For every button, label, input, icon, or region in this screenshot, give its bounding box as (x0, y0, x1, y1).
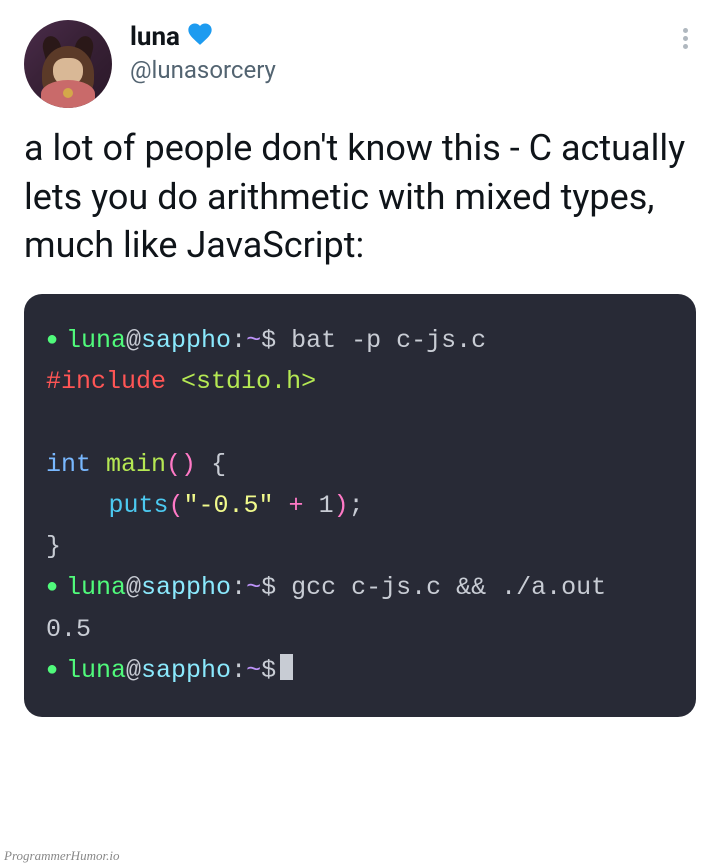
code-line: } (46, 526, 674, 567)
semicolon: ; (349, 491, 364, 520)
prompt-sep: : (231, 320, 246, 361)
terminal-line: ● luna@sappho:~$ (46, 650, 674, 691)
prompt-symbol: $ (261, 567, 276, 608)
prompt-sep: : (231, 567, 246, 608)
user-info: luna @lunasorcery (130, 20, 675, 84)
function-main: main (106, 450, 166, 479)
code-line: #include <stdio.h> (46, 361, 674, 402)
prompt-host: sappho (141, 320, 231, 361)
code-line: int main() { (46, 444, 674, 485)
program-output: 0.5 (46, 609, 674, 650)
keyword-int: int (46, 450, 91, 479)
heart-icon (186, 20, 214, 54)
more-button[interactable] (675, 20, 696, 57)
brace-open: { (196, 450, 226, 479)
prompt-user: luna (66, 650, 126, 691)
prompt-symbol: $ (261, 320, 276, 361)
prompt-bullet-icon: ● (46, 324, 58, 357)
tweet-text: a lot of people don't know this - C actu… (24, 124, 696, 270)
include-directive: #include (46, 367, 166, 396)
prompt-host: sappho (141, 650, 231, 691)
avatar[interactable] (24, 20, 112, 108)
include-header: <stdio.h> (181, 367, 316, 396)
paren-open: ( (169, 491, 184, 520)
paren-close: ) (334, 491, 349, 520)
prompt-symbol: $ (261, 650, 276, 691)
terminal-block: ● luna@sappho:~$ bat -p c-js.c #include … (24, 294, 696, 717)
prompt-path: ~ (246, 567, 261, 608)
command-text: bat -p c-js.c (276, 320, 486, 361)
prompt-user: luna (66, 567, 126, 608)
parens: () (166, 450, 196, 479)
watermark: ProgrammerHumor.io (4, 848, 119, 864)
number-literal: 1 (319, 491, 334, 520)
code-line: puts("-0.5" + 1); (109, 485, 675, 526)
display-name[interactable]: luna (130, 22, 180, 52)
prompt-at: @ (126, 567, 141, 608)
blank-line (46, 402, 674, 443)
tweet-card: luna @lunasorcery a lot of people don't … (0, 0, 720, 737)
prompt-bullet-icon: ● (46, 654, 58, 687)
plus-operator: + (274, 491, 319, 520)
prompt-sep: : (231, 650, 246, 691)
prompt-host: sappho (141, 567, 231, 608)
prompt-path: ~ (246, 320, 261, 361)
prompt-bullet-icon: ● (46, 571, 58, 604)
terminal-line: ● luna@sappho:~$ bat -p c-js.c (46, 320, 674, 361)
prompt-at: @ (126, 650, 141, 691)
cursor-icon (280, 654, 293, 680)
user-handle[interactable]: @lunasorcery (130, 56, 675, 84)
command-text: gcc c-js.c && ./a.out (276, 567, 606, 608)
terminal-line: ● luna@sappho:~$ gcc c-js.c && ./a.out (46, 567, 674, 608)
brace-close: } (46, 532, 61, 561)
prompt-user: luna (66, 320, 126, 361)
string-literal: "-0.5" (184, 491, 274, 520)
fn-puts: puts (109, 491, 169, 520)
prompt-path: ~ (246, 650, 261, 691)
prompt-at: @ (126, 320, 141, 361)
tweet-header: luna @lunasorcery (24, 20, 696, 108)
